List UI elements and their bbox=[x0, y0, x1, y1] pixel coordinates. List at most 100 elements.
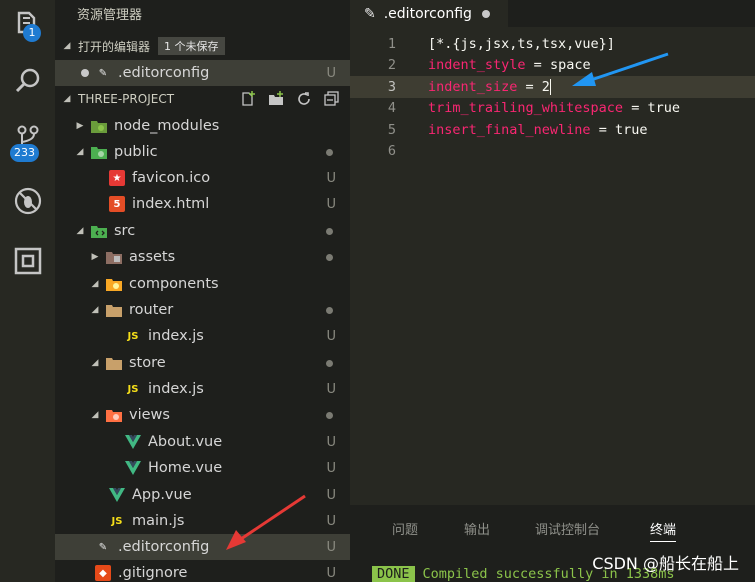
project-label: THREE-PROJECT bbox=[78, 92, 175, 106]
tree-item-label: favicon.ico bbox=[132, 170, 211, 186]
status-badge: U bbox=[326, 460, 336, 476]
open-editor-item[interactable]: ✎ .editorconfig U bbox=[55, 60, 350, 86]
code-operator: = bbox=[623, 100, 648, 117]
vue-icon bbox=[109, 487, 125, 503]
tab-debug-console[interactable]: 调试控制台 bbox=[535, 519, 600, 538]
open-editors-label: 打开的编辑器 bbox=[78, 39, 151, 54]
chevron-right-icon: ▶ bbox=[76, 121, 84, 131]
unsaved-dot-icon[interactable] bbox=[481, 9, 490, 18]
source-control-activity-button[interactable]: 233 bbox=[0, 112, 55, 162]
tree-item-label: index.js bbox=[148, 381, 204, 397]
search-icon bbox=[15, 68, 39, 93]
extensions-activity-button[interactable] bbox=[0, 236, 55, 286]
public-folder-icon bbox=[91, 144, 107, 160]
tree-item-label: router bbox=[129, 302, 174, 318]
status-badge: U bbox=[326, 65, 336, 81]
modified-dot-icon bbox=[326, 306, 333, 314]
tab-problems[interactable]: 问题 bbox=[392, 519, 418, 538]
status-badge: U bbox=[326, 565, 336, 581]
vue-icon bbox=[125, 460, 141, 476]
tree-item-node-modules[interactable]: ▶ node_modules bbox=[55, 113, 350, 139]
editorconfig-icon: ✎ bbox=[364, 5, 376, 22]
tree-item-label: Home.vue bbox=[148, 460, 223, 476]
tree-item-favicon[interactable]: ★ favicon.ico U bbox=[55, 165, 350, 191]
tab-label: .editorconfig bbox=[383, 5, 472, 22]
tab-terminal[interactable]: 终端 bbox=[650, 519, 677, 542]
refresh-icon[interactable] bbox=[296, 91, 312, 107]
tree-item-label: assets bbox=[129, 249, 176, 265]
tree-item-gitignore[interactable]: ◆ .gitignore U bbox=[55, 560, 350, 582]
status-badge: U bbox=[326, 196, 336, 212]
code-line: 6 bbox=[350, 141, 755, 163]
unsaved-badge: 1 个未保存 bbox=[158, 37, 225, 55]
code-value: 2 bbox=[541, 78, 550, 95]
git-icon: ◆ bbox=[95, 565, 111, 581]
text-cursor bbox=[549, 78, 551, 95]
chevron-down-icon: ◢ bbox=[76, 147, 84, 157]
code-line-current: 3 indent_size = 2 bbox=[350, 76, 755, 98]
tree-item-router[interactable]: ◢ router bbox=[55, 297, 350, 323]
code-operator: = bbox=[525, 57, 550, 74]
tree-item-index-html[interactable]: 5 index.html U bbox=[55, 191, 350, 217]
chevron-right-icon: ▶ bbox=[91, 252, 99, 262]
tree-item-label: .editorconfig bbox=[118, 539, 210, 555]
tree-item-main-js[interactable]: JS main.js U bbox=[55, 508, 350, 534]
tree-item-about-vue[interactable]: About.vue U bbox=[55, 429, 350, 455]
javascript-icon: JS bbox=[127, 383, 139, 395]
tree-item-src[interactable]: ◢ src bbox=[55, 218, 350, 244]
editorconfig-icon: ✎ bbox=[98, 67, 108, 79]
code-operator: = bbox=[590, 121, 615, 138]
status-badge: U bbox=[326, 381, 336, 397]
tree-item-router-index-js[interactable]: JS index.js U bbox=[55, 323, 350, 349]
status-badge: U bbox=[326, 487, 336, 503]
editor-tab-bar: ✎ .editorconfig bbox=[350, 0, 755, 27]
status-badge: U bbox=[326, 434, 336, 450]
tree-item-components[interactable]: ◢ components bbox=[55, 271, 350, 297]
tree-item-label: index.html bbox=[132, 196, 210, 212]
tree-item-store-index-js[interactable]: JS index.js U bbox=[55, 376, 350, 402]
chevron-down-icon: ◢ bbox=[91, 410, 99, 420]
tree-item-app-vue[interactable]: App.vue U bbox=[55, 482, 350, 508]
tree-item-label: public bbox=[114, 144, 158, 160]
editor-tab-editorconfig[interactable]: ✎ .editorconfig bbox=[350, 0, 508, 27]
explorer-badge: 1 bbox=[23, 24, 41, 42]
chevron-down-icon: ◢ bbox=[91, 305, 99, 315]
new-file-icon[interactable] bbox=[240, 91, 256, 107]
tree-item-label: main.js bbox=[132, 513, 185, 529]
code-key: insert_final_newline bbox=[428, 121, 591, 138]
tree-item-assets[interactable]: ▶ assets bbox=[55, 244, 350, 270]
tree-item-label: components bbox=[129, 276, 219, 292]
chevron-down-icon: ◢ bbox=[63, 94, 71, 104]
tree-item-store[interactable]: ◢ store bbox=[55, 350, 350, 376]
components-folder-icon bbox=[106, 276, 122, 292]
code-key: indent_size bbox=[428, 78, 518, 95]
tree-item-editorconfig[interactable]: ✎ .editorconfig U bbox=[55, 534, 350, 560]
search-activity-button[interactable] bbox=[0, 56, 55, 106]
tree-item-views[interactable]: ◢ views bbox=[55, 402, 350, 428]
node-folder-icon bbox=[91, 118, 107, 134]
status-badge: U bbox=[326, 513, 336, 529]
html5-icon: 5 bbox=[109, 196, 125, 212]
new-folder-icon[interactable] bbox=[268, 91, 284, 107]
extensions-icon bbox=[14, 247, 41, 275]
collapse-all-icon[interactable] bbox=[324, 91, 340, 107]
tree-item-label: About.vue bbox=[148, 434, 223, 450]
folder-open-icon bbox=[106, 355, 122, 371]
open-editor-label: .editorconfig bbox=[118, 65, 210, 81]
explorer-activity-button[interactable]: 1 bbox=[0, 0, 55, 50]
done-badge: DONE bbox=[372, 566, 415, 582]
folder-open-icon bbox=[106, 302, 122, 318]
activity-bar: 1 233 bbox=[0, 0, 55, 582]
code-operator: = bbox=[517, 78, 542, 95]
tree-item-public[interactable]: ◢ public bbox=[55, 139, 350, 165]
tree-item-label: store bbox=[129, 355, 166, 371]
tab-output[interactable]: 输出 bbox=[464, 519, 490, 538]
editor-area: ✎ .editorconfig 1 [*.{js,jsx,ts,tsx,vue}… bbox=[350, 0, 755, 505]
debug-activity-button[interactable] bbox=[0, 176, 55, 226]
code-text: [*.{js,jsx,ts,tsx,vue}] bbox=[428, 35, 615, 52]
open-editors-header[interactable]: ◢ 打开的编辑器 1 个未保存 bbox=[55, 35, 350, 57]
project-header[interactable]: ◢ THREE-PROJECT bbox=[55, 88, 350, 110]
tree-item-home-vue[interactable]: Home.vue U bbox=[55, 455, 350, 481]
line-number: 3 bbox=[387, 78, 396, 95]
explorer-actions bbox=[240, 91, 340, 107]
